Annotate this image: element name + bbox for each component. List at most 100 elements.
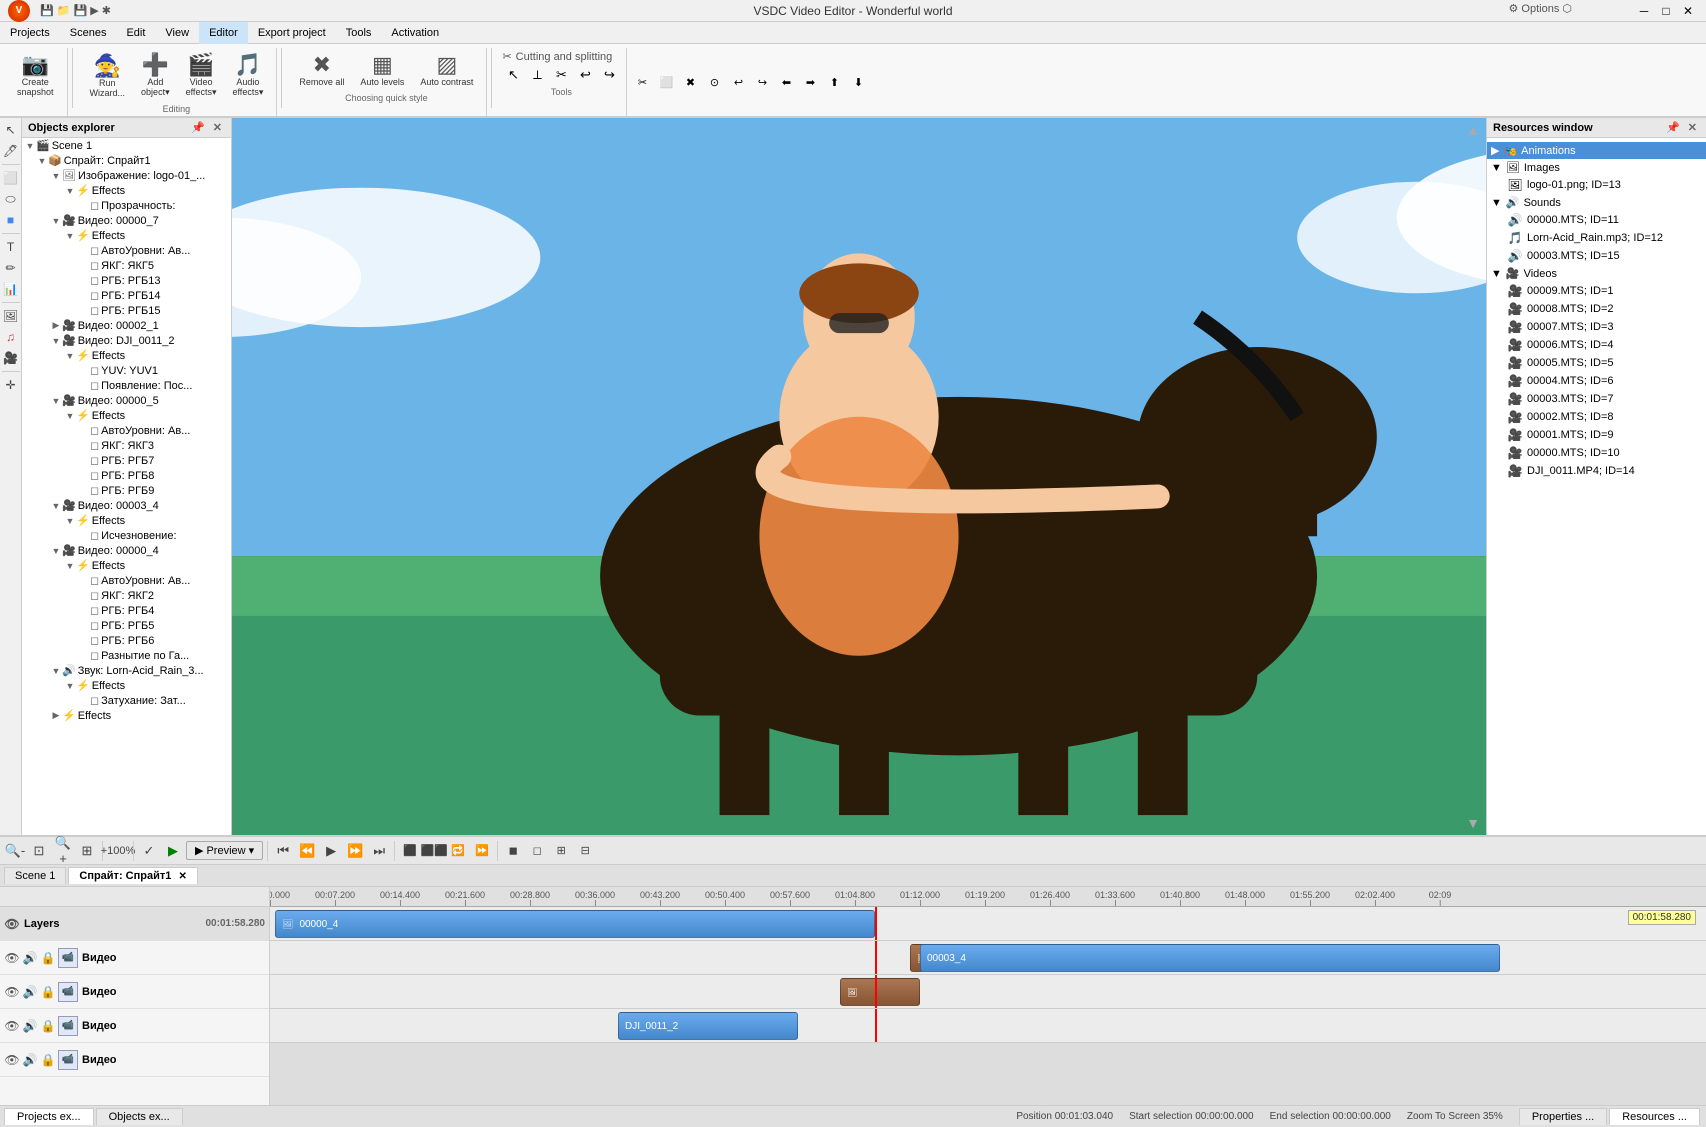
add-object-button[interactable]: ➕ Addobject▾: [134, 50, 177, 102]
tree-appearance[interactable]: ◻ Появление: Пос...: [22, 378, 231, 393]
tool-5[interactable]: ↩: [727, 72, 749, 92]
tool-up[interactable]: ⬆: [823, 72, 845, 92]
auto-levels-button[interactable]: ▦ Auto levels: [353, 50, 411, 91]
tree-rgb13[interactable]: ◻ РГБ: РГБ13: [22, 273, 231, 288]
tree-rgb8[interactable]: ◻ РГБ: РГБ8: [22, 468, 231, 483]
res-video-00009[interactable]: 🎥00009.MTS; ID=1: [1487, 282, 1706, 300]
tree-sprite1[interactable]: ▼ 📦 Спрайт: Спрайт1: [22, 153, 231, 168]
menu-activation[interactable]: Activation: [381, 22, 449, 44]
menu-edit[interactable]: Edit: [116, 22, 155, 44]
tl-fast-btn[interactable]: ⏩: [471, 840, 493, 862]
tree-root-effects[interactable]: ▶ ⚡ Effects: [22, 708, 231, 723]
clip-dji[interactable]: DJI_0011_2: [618, 1012, 798, 1040]
res-logo-png[interactable]: 🖼 logo-01.png; ID=13: [1487, 176, 1706, 194]
res-lorn-acid[interactable]: 🎵 Lorn-Acid_Rain.mp3; ID=12: [1487, 229, 1706, 247]
tree-yakg5[interactable]: ◻ ЯКГ: ЯКГ5: [22, 258, 231, 273]
tree-yakg3[interactable]: ◻ ЯКГ: ЯКГ3: [22, 438, 231, 453]
res-video-dji[interactable]: 🎥DJI_0011.MP4; ID=14: [1487, 462, 1706, 480]
tool-2[interactable]: ⬜: [655, 72, 677, 92]
tool-select[interactable]: ↖: [1, 120, 21, 140]
layer1-lock[interactable]: 🔒: [40, 950, 56, 966]
tool-3[interactable]: ✖: [679, 72, 701, 92]
tool-undo[interactable]: ↩: [574, 65, 596, 85]
tree-effects-v5[interactable]: ▼ ⚡ Effects: [22, 408, 231, 423]
clip-00000-4[interactable]: 🖼 00000_4: [275, 910, 875, 938]
res-video-00004[interactable]: 🎥00004.MTS; ID=6: [1487, 372, 1706, 390]
tree-rgb5[interactable]: ◻ РГБ: РГБ5: [22, 618, 231, 633]
tree-transparency[interactable]: ◻ Прозрачность:: [22, 198, 231, 213]
tl-align-btn[interactable]: ⊟: [574, 840, 596, 862]
tl-mark-out-btn[interactable]: ◻: [526, 840, 548, 862]
tl-zoom-custom-btn[interactable]: ⊞: [76, 840, 98, 862]
tool-redo[interactable]: ↪: [598, 65, 620, 85]
timeline-tab-sprite1[interactable]: Спрайт: Спрайт1 ✕: [68, 867, 197, 884]
menu-projects[interactable]: Projects: [0, 22, 60, 44]
run-wizard-button[interactable]: 🧙 RunWizard...: [83, 51, 133, 102]
tl-next-btn[interactable]: ⏩: [344, 840, 366, 862]
tool-circle[interactable]: ⬭: [1, 189, 21, 209]
layer1-eye[interactable]: 👁: [4, 950, 20, 966]
auto-contrast-button[interactable]: ▨ Auto contrast: [413, 50, 480, 91]
objects-explorer-pin[interactable]: 📌: [188, 121, 208, 134]
tree-autolevels-3[interactable]: ◻ АвтоУровни: Ав...: [22, 573, 231, 588]
res-video-00006[interactable]: 🎥00006.MTS; ID=4: [1487, 336, 1706, 354]
tool-align-left[interactable]: ⬅: [775, 72, 797, 92]
tl-play-btn[interactable]: ▶: [162, 840, 184, 862]
preview-scroll-up[interactable]: ▲: [1466, 122, 1480, 138]
layer3-audio[interactable]: 🔊: [22, 1018, 38, 1034]
tl-loop-btn[interactable]: 🔁: [447, 840, 469, 862]
menu-view[interactable]: View: [155, 22, 199, 44]
tool-text[interactable]: T: [1, 237, 21, 257]
tree-effects-image[interactable]: ▼ ⚡ Effects: [22, 183, 231, 198]
tree-rgb14[interactable]: ◻ РГБ: РГБ14: [22, 288, 231, 303]
res-category-sounds[interactable]: ▼ 🔊 Sounds: [1487, 194, 1706, 211]
tool-fill[interactable]: ■: [1, 210, 21, 230]
preview-button[interactable]: ▶ Preview ▾: [186, 841, 263, 860]
tree-effects-v3[interactable]: ▼ ⚡ Effects: [22, 513, 231, 528]
tool-down[interactable]: ⬇: [847, 72, 869, 92]
tree-effects-sound[interactable]: ▼ ⚡ Effects: [22, 678, 231, 693]
tree-effects-dji[interactable]: ▼ ⚡ Effects: [22, 348, 231, 363]
tl-zoom-percent-btn[interactable]: +100%: [107, 840, 129, 862]
layer4-eye[interactable]: 👁: [4, 1052, 20, 1068]
timeline-tab-scene1[interactable]: Scene 1: [4, 867, 66, 884]
layer2-eye[interactable]: 👁: [4, 984, 20, 1000]
res-category-videos[interactable]: ▼ 🎥 Videos: [1487, 265, 1706, 282]
res-video-00003[interactable]: 🎥00003.MTS; ID=7: [1487, 390, 1706, 408]
tree-video-00000-5[interactable]: ▼ 🎥 Видео: 00000_5: [22, 393, 231, 408]
tl-mark-in-btn[interactable]: ◼: [502, 840, 524, 862]
res-video-00007[interactable]: 🎥00007.MTS; ID=3: [1487, 318, 1706, 336]
tree-image-logo[interactable]: ▼ 🖼 Изображение: logo-01_...: [22, 168, 231, 183]
tool-1[interactable]: ✂: [631, 72, 653, 92]
res-video-00008[interactable]: 🎥00008.MTS; ID=2: [1487, 300, 1706, 318]
tool-image[interactable]: 🖼: [1, 306, 21, 326]
layer3-lock[interactable]: 🔒: [40, 1018, 56, 1034]
layer2-audio[interactable]: 🔊: [22, 984, 38, 1000]
tool-split[interactable]: ⟂: [526, 65, 548, 85]
objects-explorer-close[interactable]: ✕: [210, 121, 225, 134]
bottom-tab-objects[interactable]: Objects ex...: [96, 1108, 183, 1125]
menu-export[interactable]: Export project: [248, 22, 336, 44]
tree-yuv1[interactable]: ◻ YUV: YUV1: [22, 363, 231, 378]
tree-rgb6[interactable]: ◻ РГБ: РГБ6: [22, 633, 231, 648]
tree-rgb9[interactable]: ◻ РГБ: РГБ9: [22, 483, 231, 498]
res-video-00000[interactable]: 🎥00000.MTS; ID=10: [1487, 444, 1706, 462]
tree-effects-v4[interactable]: ▼ ⚡ Effects: [22, 558, 231, 573]
tl-prev-btn[interactable]: ⏪: [296, 840, 318, 862]
tree-video-00000-4[interactable]: ▼ 🎥 Видео: 00000_4: [22, 543, 231, 558]
bottom-tab-resources[interactable]: Resources ...: [1609, 1108, 1700, 1125]
bottom-tab-projects[interactable]: Projects ex...: [4, 1108, 94, 1125]
layer4-lock[interactable]: 🔒: [40, 1052, 56, 1068]
close-button[interactable]: ✕: [1678, 2, 1698, 20]
tree-effects-v7[interactable]: ▼ ⚡ Effects: [22, 228, 231, 243]
tl-zoom-fit-btn[interactable]: ⊡: [28, 840, 50, 862]
tl-zoom-in-btn[interactable]: 🔍+: [52, 840, 74, 862]
tl-skip-start-btn[interactable]: ⏮: [272, 840, 294, 862]
clip-small-brown[interactable]: 🖼: [840, 978, 920, 1006]
tl-cut-btn[interactable]: ⬛: [399, 840, 421, 862]
res-sound-00003[interactable]: 🔊 00003.MTS; ID=15: [1487, 247, 1706, 265]
layer2-lock[interactable]: 🔒: [40, 984, 56, 1000]
tl-split-mark-btn[interactable]: ⬛⬛: [423, 840, 445, 862]
tree-yakg2[interactable]: ◻ ЯКГ: ЯКГ2: [22, 588, 231, 603]
res-video-00002[interactable]: 🎥00002.MTS; ID=8: [1487, 408, 1706, 426]
